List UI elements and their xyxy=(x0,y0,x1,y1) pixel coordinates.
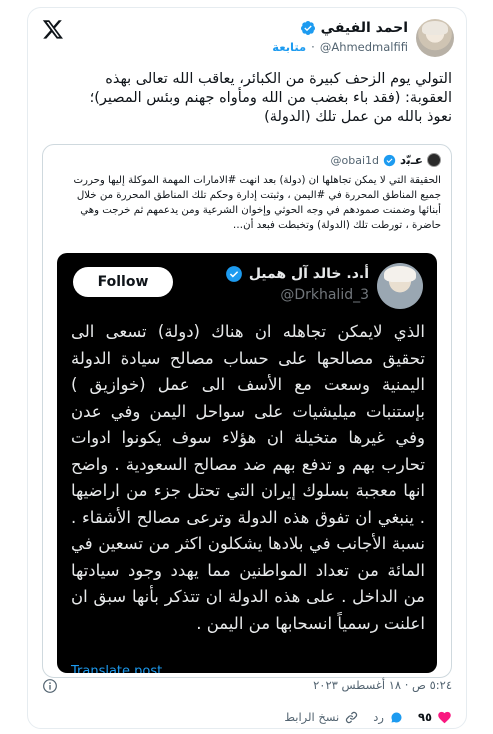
copy-link-action[interactable]: نسخ الرابط xyxy=(284,710,359,725)
quoted-avatar xyxy=(427,153,441,167)
tweet-text: التولي يوم الزحف كبيرة من الكبائر، يعاقب… xyxy=(89,71,452,125)
action-bar: ٩٥ رد نسخ الرابط xyxy=(28,707,466,727)
author-handle[interactable]: @Ahmedmalfifi xyxy=(320,40,408,54)
like-action[interactable]: ٩٥ xyxy=(418,710,452,725)
quoted-handle: @obai1d xyxy=(330,153,380,167)
author-handle-row: متابعة · @Ahmedmalfifi xyxy=(272,40,408,54)
likes-count: ٩٥ xyxy=(417,710,432,724)
quoted-tweet[interactable]: @obai1d عـﺑّد الحقيقة التي لا يمكن تجاهل… xyxy=(42,144,452,678)
reply-action[interactable]: رد xyxy=(373,710,404,725)
screenshot-handle: @Drkhalid_3 xyxy=(280,287,369,303)
reply-label: رد xyxy=(373,710,384,724)
separator-dot: · xyxy=(311,40,315,54)
reply-icon xyxy=(391,712,402,722)
verified-badge-icon xyxy=(225,266,242,282)
author-display-name[interactable]: احمد الفيفي xyxy=(321,20,408,36)
author-avatar[interactable] xyxy=(416,19,454,57)
verified-badge-icon xyxy=(383,154,396,166)
quoted-display-name: عـﺑّد xyxy=(400,153,423,167)
screenshot-text: الذي لايمكن تجاهله ان هناك (دولة) تسعى ا… xyxy=(71,322,425,633)
follow-link[interactable]: متابعة xyxy=(272,40,306,54)
screenshot-follow-button: Follow xyxy=(73,267,173,297)
quoted-header: @obai1d عـﺑّد xyxy=(331,153,441,167)
screenshot-name-row: أ.د. خالد آل هميل xyxy=(225,265,369,283)
author-name-row: احمد الفيفي xyxy=(300,20,408,36)
tweet-timestamp[interactable]: ٥:٢٤ ص · ١٨ أغسطس ٢٠٢٣ xyxy=(313,678,452,692)
quoted-text: الحقيقة التي لا يمكن تجاهلها ان (دولة) ب… xyxy=(73,175,441,231)
screenshot-avatar xyxy=(377,263,423,309)
info-icon[interactable] xyxy=(42,678,58,694)
verified-badge-icon xyxy=(300,21,315,35)
embedded-screenshot-image: Follow أ.د. خالد آل هميل @Drkhalid_3 الذ… xyxy=(57,253,437,673)
screenshot-display-name: أ.د. خالد آل هميل xyxy=(248,266,369,282)
link-icon xyxy=(346,711,358,723)
screenshot-translate-link: Translate post xyxy=(71,664,163,673)
tweet-embed-card: احمد الفيفي متابعة · @Ahmedmalfifi التول… xyxy=(27,7,467,729)
heart-icon xyxy=(438,711,451,723)
x-logo-icon[interactable] xyxy=(42,18,64,40)
copy-link-label: نسخ الرابط xyxy=(284,710,340,724)
